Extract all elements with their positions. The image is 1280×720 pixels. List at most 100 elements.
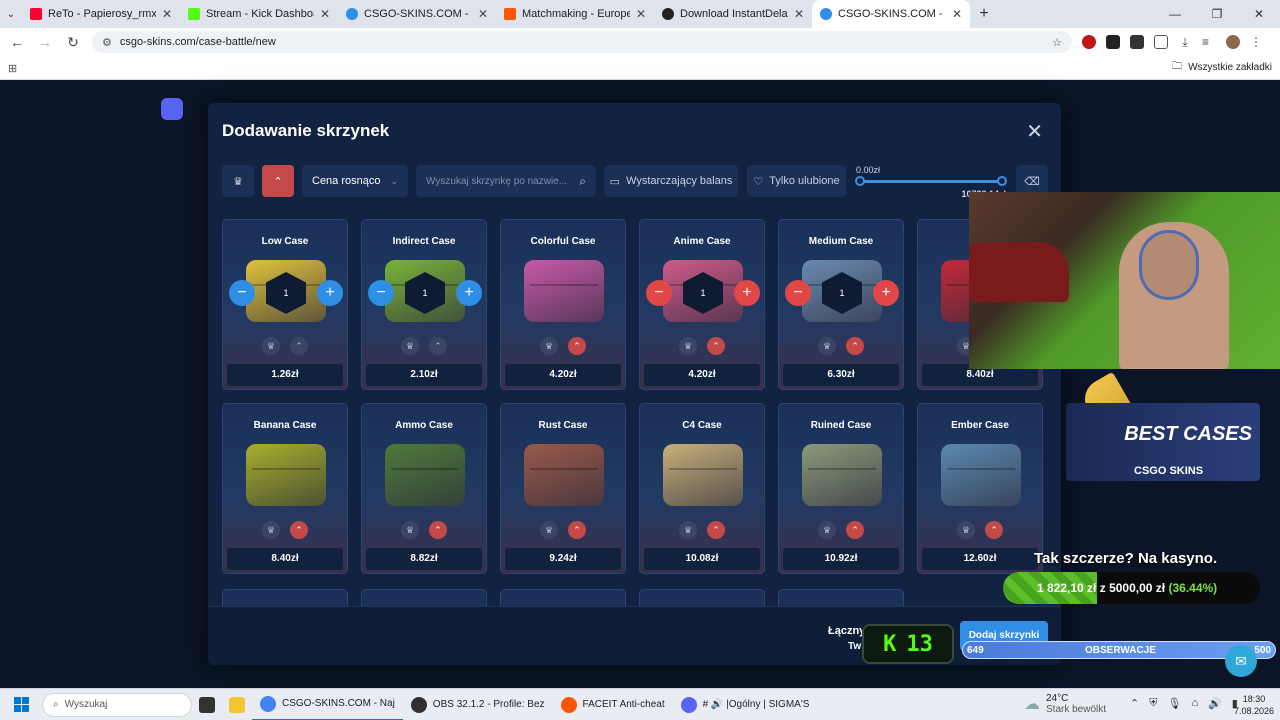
- rank-icon[interactable]: ⌃: [707, 337, 725, 355]
- case-card[interactable]: C4 Case ♛ ⌃ 10.08zł: [639, 403, 765, 574]
- browser-tab-3[interactable]: Matchmaking - Europe 5v5 Qu✕: [496, 0, 654, 28]
- sort-select[interactable]: Cena rosnąco ⌄: [302, 165, 408, 197]
- crown-icon[interactable]: ♛: [262, 337, 280, 355]
- slider-min-handle[interactable]: [855, 176, 865, 186]
- crown-icon[interactable]: ♛: [818, 521, 836, 539]
- close-window-icon[interactable]: ✕: [1238, 7, 1280, 21]
- browser-tab-5-active[interactable]: CSGO-SKINS.COM - Najlepsze✕: [812, 0, 970, 28]
- taskbar-app-obs[interactable]: OBS 32.1.2 - Profile: Bez: [403, 689, 553, 720]
- close-icon[interactable]: ✕: [636, 7, 646, 21]
- download-icon[interactable]: ⤓: [1178, 35, 1192, 49]
- increment-button[interactable]: +: [456, 280, 482, 306]
- slider-max-handle[interactable]: [997, 176, 1007, 186]
- shield-icon[interactable]: ⛨: [1149, 697, 1157, 710]
- case-card[interactable]: Ember Case ♛ ⌃ 12.60zł: [917, 403, 1043, 574]
- media-icon[interactable]: ≡: [1202, 35, 1216, 49]
- browser-tab-1[interactable]: Stream - Kick Dashboard✕: [180, 0, 338, 28]
- all-bookmarks[interactable]: 🗀 Wszystkie zakładki: [1172, 59, 1272, 76]
- new-tab-button[interactable]: +: [970, 5, 998, 23]
- apps-grid-icon[interactable]: ⊞: [8, 62, 20, 75]
- tab-search-icon[interactable]: ⌄: [0, 9, 22, 20]
- modal-close-icon[interactable]: ✕: [1026, 119, 1043, 144]
- close-icon[interactable]: ✕: [478, 7, 488, 21]
- chat-icon[interactable]: ✉: [1225, 645, 1257, 677]
- case-card[interactable]: Rust Case ♛ ⌃ 9.24zł: [500, 403, 626, 574]
- reload-icon[interactable]: ↻: [64, 34, 82, 51]
- case-search-input[interactable]: [426, 175, 580, 187]
- rank-icon[interactable]: ⌃: [707, 521, 725, 539]
- rank-filter-button[interactable]: ⌃: [262, 165, 294, 197]
- search-icon[interactable]: ⌕: [579, 174, 586, 189]
- taskbar-app-faceit[interactable]: FACEIT Anti-cheat: [553, 689, 673, 720]
- ublock-icon[interactable]: [1082, 35, 1096, 49]
- case-card[interactable]: Banana Case ♛ ⌃ 8.40zł: [222, 403, 348, 574]
- browser-tab-2[interactable]: CSGO-SKINS.COM - Najlepsze✕: [338, 0, 496, 28]
- crown-icon[interactable]: ♛: [401, 521, 419, 539]
- browser-tab-4[interactable]: Download InstantDelay - Free T✕: [654, 0, 812, 28]
- discord-icon[interactable]: [161, 98, 183, 120]
- crown-icon[interactable]: ♛: [540, 337, 558, 355]
- volume-icon[interactable]: 🔊: [1208, 697, 1222, 710]
- decrement-button[interactable]: −: [646, 280, 672, 306]
- rank-icon[interactable]: ⌃: [290, 337, 308, 355]
- crown-icon[interactable]: ♛: [401, 337, 419, 355]
- taskbar-clock[interactable]: 18:30 7.08.2026: [1234, 693, 1274, 717]
- forward-icon[interactable]: →: [36, 34, 54, 50]
- decrement-button[interactable]: −: [368, 280, 394, 306]
- network-icon[interactable]: ⌂: [1191, 697, 1198, 710]
- crown-icon[interactable]: ♛: [262, 521, 280, 539]
- rank-icon[interactable]: ⌃: [429, 521, 447, 539]
- menu-icon[interactable]: ⋮: [1250, 35, 1264, 49]
- rank-icon[interactable]: ⌃: [985, 521, 1003, 539]
- favorites-only-button[interactable]: ♡ Tylko ulubione: [747, 165, 846, 197]
- crown-filter-button[interactable]: ♛: [222, 165, 254, 197]
- case-card[interactable]: Indirect Case −1 + ♛ ⌃ 2.10zł: [361, 219, 487, 390]
- extension-icon[interactable]: [1130, 35, 1144, 49]
- rank-icon[interactable]: ⌃: [290, 521, 308, 539]
- increment-button[interactable]: +: [873, 280, 899, 306]
- decrement-button[interactable]: −: [785, 280, 811, 306]
- taskbar-app-chrome[interactable]: CSGO-SKINS.COM - Naj: [252, 689, 403, 720]
- case-card[interactable]: Low Case −1 + ♛ ⌃ 1.26zł: [222, 219, 348, 390]
- file-explorer-icon[interactable]: [222, 696, 252, 713]
- case-card[interactable]: Medium Case −1 + ♛ ⌃ 6.30zł: [778, 219, 904, 390]
- rank-icon[interactable]: ⌃: [568, 521, 586, 539]
- weather-widget[interactable]: ☁ 24°C Stark bewölkt: [1024, 693, 1106, 715]
- extension-icon[interactable]: [1106, 35, 1120, 49]
- crown-icon[interactable]: ♛: [957, 521, 975, 539]
- mic-icon[interactable]: 🎙: [1167, 697, 1181, 710]
- case-card[interactable]: Ammo Case ♛ ⌃ 8.82zł: [361, 403, 487, 574]
- url-bar[interactable]: ⚙ csgo-skins.com/case-battle/new ☆: [92, 31, 1072, 53]
- crown-icon[interactable]: ♛: [679, 337, 697, 355]
- minimize-icon[interactable]: —: [1154, 7, 1196, 21]
- taskbar-app-discord[interactable]: # 🔊 |Ogólny | SIGMA'S: [673, 689, 818, 720]
- windows-start-icon[interactable]: [0, 697, 42, 712]
- crown-icon[interactable]: ♛: [679, 521, 697, 539]
- puzzle-icon[interactable]: [1154, 35, 1168, 49]
- avatar[interactable]: [1226, 35, 1240, 49]
- rank-icon[interactable]: ⌃: [568, 337, 586, 355]
- increment-button[interactable]: +: [317, 280, 343, 306]
- task-view-icon[interactable]: [192, 696, 222, 713]
- browser-tab-0[interactable]: ReTo - Papierosy_rmx (prod. Se✕: [22, 0, 180, 28]
- case-card[interactable]: Anime Case −1 + ♛ ⌃ 4.20zł: [639, 219, 765, 390]
- case-card[interactable]: Ruined Case ♛ ⌃ 10.92zł: [778, 403, 904, 574]
- rank-icon[interactable]: ⌃: [846, 521, 864, 539]
- taskbar-search[interactable]: ⌕ Wyszukaj: [42, 692, 192, 717]
- close-icon[interactable]: ✕: [320, 7, 330, 21]
- case-card[interactable]: Colorful Case ♛ ⌃ 4.20zł: [500, 219, 626, 390]
- site-info-icon[interactable]: ⚙: [102, 36, 112, 49]
- rank-icon[interactable]: ⌃: [846, 337, 864, 355]
- decrement-button[interactable]: −: [229, 280, 255, 306]
- close-icon[interactable]: ✕: [162, 7, 172, 21]
- back-icon[interactable]: ←: [8, 34, 26, 50]
- close-icon[interactable]: ✕: [794, 7, 804, 21]
- increment-button[interactable]: +: [734, 280, 760, 306]
- crown-icon[interactable]: ♛: [540, 521, 558, 539]
- bookmark-star-icon[interactable]: ☆: [1052, 36, 1062, 49]
- tray-expand-icon[interactable]: ⌃: [1130, 697, 1139, 710]
- rank-icon[interactable]: ⌃: [429, 337, 447, 355]
- sufficient-balance-button[interactable]: ▭ Wystarczający balans: [604, 165, 738, 197]
- close-icon[interactable]: ✕: [952, 7, 962, 21]
- case-search-field[interactable]: ⌕: [416, 165, 596, 197]
